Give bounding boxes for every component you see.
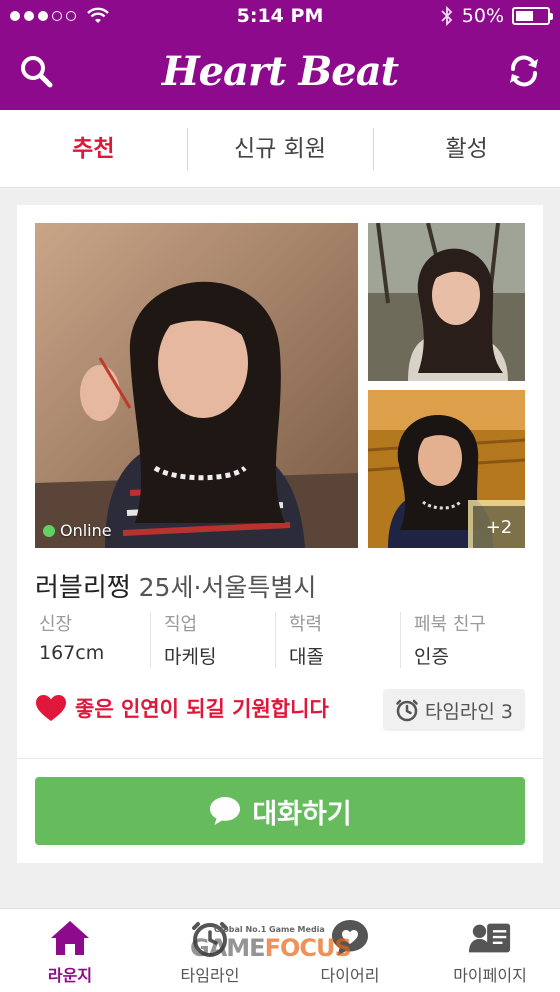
tab-recommend[interactable]: 추천 [0, 128, 187, 170]
search-button[interactable] [16, 51, 56, 91]
speech-bubble-icon [210, 797, 241, 825]
wish-message: 좋은 인연이 되길 기원합니다 [35, 693, 329, 723]
signal-dot [24, 11, 34, 21]
home-icon [51, 921, 89, 955]
online-status: Online [43, 521, 112, 540]
info-label: 직업 [164, 614, 198, 635]
timeline-button-label: 타임라인 3 [424, 700, 513, 723]
photo-illustration [35, 223, 358, 548]
nav-timeline[interactable]: 타임라인 [140, 909, 280, 992]
bluetooth-icon [441, 6, 453, 26]
app-header: Heart Beat [0, 32, 560, 110]
chat-button[interactable]: 대화하기 [35, 777, 525, 845]
top-bar: 5:14 PM 50% Heart Beat [0, 0, 560, 110]
app-title: Heart Beat [161, 47, 399, 95]
nav-mypage[interactable]: 마이페이지 [420, 909, 560, 992]
signal-dot [52, 11, 62, 21]
photo-illustration [368, 223, 525, 381]
photo-gallery: Online +2 [35, 223, 525, 548]
nav-label: 다이어리 [320, 966, 380, 985]
tab-bar: 추천 신규 회원 활성 [0, 110, 560, 188]
profile-headline: 러블리쩡 25세·서울특별시 [35, 567, 316, 604]
info-value: 마케팅 [164, 646, 217, 668]
online-label: Online [60, 521, 112, 540]
timeline-button[interactable]: 타임라인 3 [382, 689, 525, 731]
info-height: 신장 167cm [35, 610, 150, 670]
tab-new-members[interactable]: 신규 회원 [186, 127, 374, 170]
bottom-navigation: 라운지 타임라인 다이어리 마이페이지 [0, 908, 560, 992]
info-job: 직업 마케팅 [150, 610, 275, 670]
heart-bubble-icon [332, 920, 368, 956]
clock-icon [396, 699, 418, 722]
wifi-icon [87, 7, 109, 23]
info-label: 페북 친구 [414, 614, 486, 635]
battery-fill [516, 11, 533, 21]
clock-icon [192, 922, 228, 957]
profile-photo-2[interactable] [368, 223, 525, 381]
info-label: 학력 [289, 614, 323, 635]
nav-label: 라운지 [47, 966, 93, 985]
refresh-icon [509, 55, 538, 87]
status-bar: 5:14 PM 50% [0, 0, 560, 32]
profile-card: Online +2 러블리쩡 25세·서울특별시 신장 167cm 직업 마케팅… [17, 205, 543, 863]
info-value: 대졸 [289, 646, 324, 668]
info-education: 학력 대졸 [275, 610, 400, 670]
nav-label: 마이페이지 [453, 966, 527, 985]
info-value: 인증 [414, 646, 449, 668]
chat-button-label: 대화하기 [252, 798, 352, 830]
wish-text: 좋은 인연이 되길 기원합니다 [75, 697, 329, 721]
signal-dot [38, 11, 48, 21]
more-photos-badge[interactable]: +2 [473, 506, 525, 548]
profile-meta: 25세·서울특별시 [138, 573, 317, 602]
signal-indicator [10, 7, 110, 25]
tab-active[interactable]: 활성 [373, 127, 560, 170]
card-divider [17, 758, 543, 759]
nav-lounge[interactable]: 라운지 [0, 909, 140, 992]
profile-info-grid: 신장 167cm 직업 마케팅 학력 대졸 페북 친구 인증 [35, 610, 525, 670]
profile-name: 러블리쩡 [35, 573, 131, 603]
battery-percent: 50% [461, 5, 504, 27]
signal-dot [10, 11, 20, 21]
info-value: 167cm [39, 642, 105, 664]
nav-diary[interactable]: 다이어리 [280, 909, 420, 992]
battery-icon [512, 7, 553, 25]
main-profile-photo[interactable]: Online [35, 223, 358, 548]
search-icon [21, 56, 53, 88]
refresh-button[interactable] [504, 51, 544, 91]
signal-dot [66, 11, 76, 21]
info-label: 신장 [39, 614, 73, 635]
heart-icon [36, 695, 66, 721]
online-dot [43, 524, 55, 537]
nav-label: 타임라인 [180, 966, 240, 985]
profile-photo-3[interactable]: +2 [368, 390, 525, 548]
info-facebook: 페북 친구 인증 [400, 610, 525, 670]
profile-card-icon [468, 923, 511, 953]
